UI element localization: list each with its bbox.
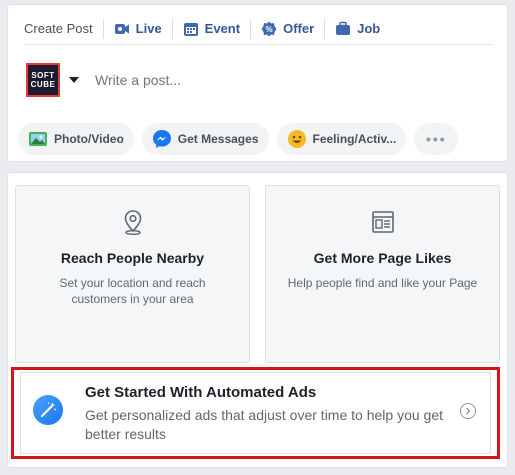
location-pin-icon bbox=[119, 208, 147, 236]
chevron-down-icon[interactable] bbox=[69, 77, 79, 83]
feeling-activity-button[interactable]: Feeling/Activ... bbox=[276, 123, 407, 155]
tab-job[interactable]: Job bbox=[335, 19, 390, 39]
reach-subtitle: Set your location and reach customers in… bbox=[59, 276, 206, 306]
automated-ads-highlight: Get Started With Automated Ads Get perso… bbox=[11, 367, 500, 459]
get-page-likes-tile[interactable]: Get More Page Likes Help people find and… bbox=[265, 185, 500, 363]
get-messages-button[interactable]: Get Messages bbox=[141, 123, 269, 155]
write-post-row: SOFT CUBE bbox=[26, 60, 493, 100]
chevron-right-icon bbox=[460, 403, 476, 419]
svg-text:%: % bbox=[266, 25, 273, 34]
automated-ads-button[interactable]: Get Started With Automated Ads Get perso… bbox=[20, 372, 491, 454]
tab-create-post-label: Create Post bbox=[24, 21, 93, 36]
avatar-text-1: SOFT bbox=[31, 71, 55, 80]
briefcase-icon bbox=[335, 21, 351, 37]
tab-live[interactable]: Live bbox=[114, 18, 173, 39]
tab-offer-label: Offer bbox=[283, 21, 315, 36]
tab-event[interactable]: Event bbox=[183, 18, 252, 39]
messenger-icon bbox=[152, 129, 172, 149]
tab-create-post[interactable]: Create Post bbox=[24, 18, 104, 39]
photo-video-label: Photo/Video bbox=[54, 132, 124, 146]
feeling-activity-label: Feeling/Activ... bbox=[312, 132, 397, 146]
get-messages-label: Get Messages bbox=[177, 132, 259, 146]
tab-offer[interactable]: % Offer bbox=[261, 18, 326, 39]
tab-event-label: Event bbox=[204, 21, 241, 36]
page-icon bbox=[369, 208, 397, 236]
avatar-text-2: CUBE bbox=[30, 80, 56, 89]
magic-wand-icon bbox=[33, 395, 63, 425]
more-options-button[interactable]: ••• bbox=[414, 123, 459, 155]
photo-icon bbox=[28, 129, 48, 149]
reach-people-nearby-tile[interactable]: Reach People Nearby Set your location an… bbox=[15, 185, 250, 363]
reach-title: Reach People Nearby bbox=[60, 250, 205, 266]
photo-video-button[interactable]: Photo/Video bbox=[18, 123, 134, 155]
smiley-icon bbox=[287, 129, 307, 149]
tab-job-label: Job bbox=[357, 21, 381, 36]
live-video-icon bbox=[114, 21, 130, 37]
page-avatar[interactable]: SOFT CUBE bbox=[26, 63, 60, 97]
tab-live-label: Live bbox=[135, 21, 162, 36]
promote-card: Reach People Nearby Set your location an… bbox=[7, 172, 508, 468]
likes-title: Get More Page Likes bbox=[313, 250, 452, 266]
automated-ads-title: Get Started With Automated Ads bbox=[85, 384, 317, 401]
more-dots-icon: ••• bbox=[425, 131, 447, 147]
write-post-input[interactable] bbox=[95, 65, 493, 95]
composer-chips: Photo/Video Get Messages Feeling/Activ..… bbox=[18, 123, 459, 155]
likes-subtitle: Help people find and like your Page bbox=[287, 276, 478, 290]
automated-ads-subtitle: Get personalized ads that adjust over ti… bbox=[85, 407, 443, 442]
offer-tag-icon: % bbox=[261, 21, 277, 37]
calendar-icon bbox=[183, 21, 199, 37]
post-composer: Create Post Live Event % Offer Job SOFT … bbox=[7, 4, 508, 162]
composer-tabs: Create Post Live Event % Offer Job bbox=[24, 15, 493, 45]
